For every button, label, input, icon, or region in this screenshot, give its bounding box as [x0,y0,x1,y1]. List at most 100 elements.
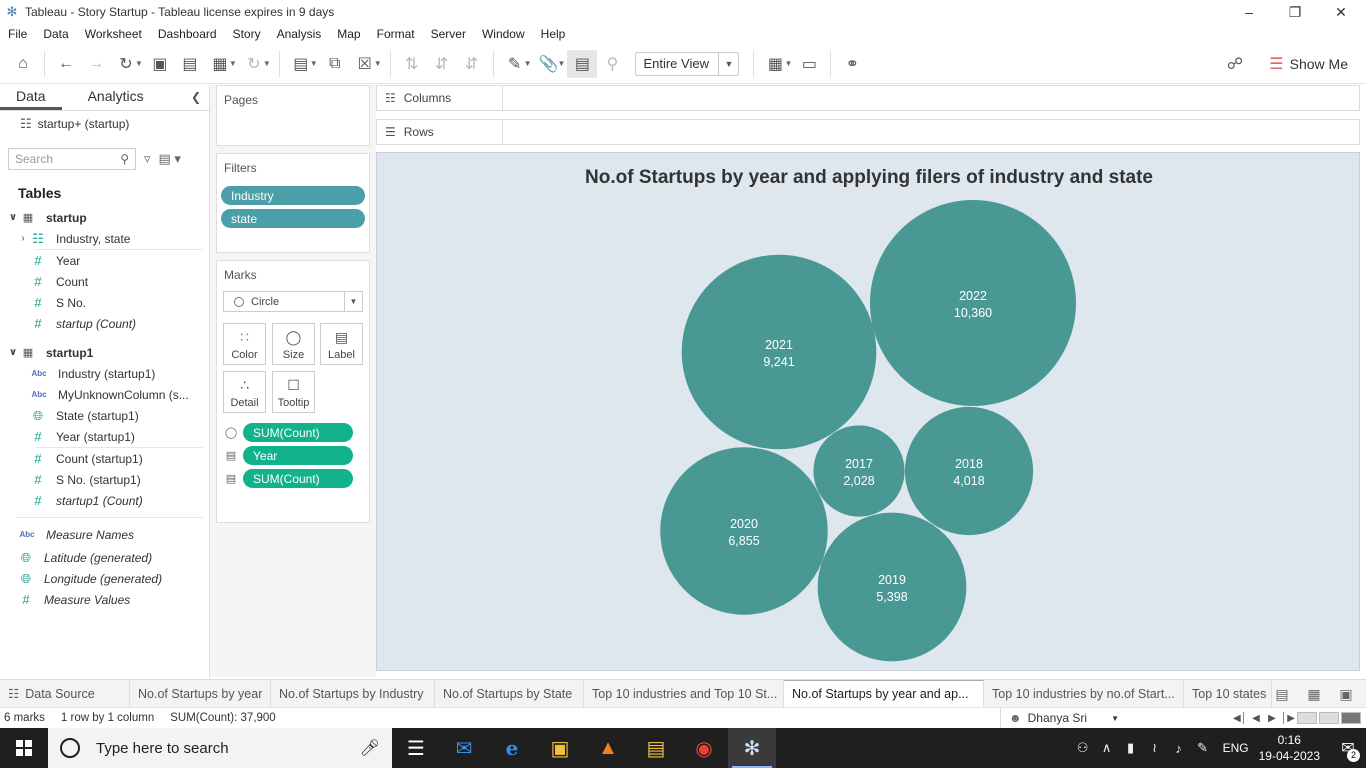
chevron-down-icon[interactable]: ▼ [784,59,792,68]
sort-descending-icon[interactable]: ⇵ [457,50,487,78]
bubble-2017[interactable]: 2017 2,028 [813,425,905,517]
collapse-pane-icon[interactable]: ❮ [191,90,201,104]
field-item[interactable]: 🌐︎ Longitude (generated) [0,568,209,589]
vlc-app-icon[interactable]: ▲ [584,728,632,768]
tableau-app-icon[interactable]: ✻ [728,728,776,768]
marks-card[interactable]: Marks Circle ▼ ∷ Color ◯ Size ▤ Label ∴ … [216,260,370,523]
bubble-mark[interactable] [817,512,967,662]
menu-worksheet[interactable]: Worksheet [77,27,150,41]
sheet-tab[interactable]: No.of Startups by year [130,679,271,708]
filters-card[interactable]: Filters Industry state [216,153,370,253]
edge-browser-icon[interactable]: e [488,728,536,768]
mark-pill[interactable]: SUM(Count) [243,423,353,442]
sheet-tab[interactable]: Top 10 industries and Top 10 St... [584,679,784,708]
chevron-down-icon[interactable]: ▼ [263,59,271,68]
bubble-mark[interactable] [904,406,1034,536]
next-sheet-icon[interactable]: ▶ [1264,713,1280,724]
first-sheet-icon[interactable]: ◀│ [1232,713,1248,724]
menu-format[interactable]: Format [369,27,423,41]
bubble-2020[interactable]: 2020 6,855 [660,447,828,615]
volume-icon[interactable]: ♪ [1167,741,1191,756]
field-item[interactable]: # Year [0,250,209,271]
task-view-icon[interactable]: ☰ [392,728,440,768]
rows-shelf[interactable]: ☰ Rows [376,119,1360,145]
bubble-mark[interactable] [660,447,828,615]
home-icon[interactable]: ⌂ [8,50,38,78]
pages-card[interactable]: Pages [216,85,370,146]
taskbar-search-input[interactable]: Type here to search 🎤︎ [48,728,392,768]
sheet-tab[interactable]: No.of Startups by Industry [271,679,435,708]
new-datasource-icon[interactable]: ▤ [175,50,205,78]
save-icon[interactable]: ▣ [145,50,175,78]
chevron-down-icon[interactable]: ▼ [229,59,237,68]
menu-window[interactable]: Window [474,27,533,41]
show-labels-icon[interactable]: ▤ [567,49,598,78]
menu-story[interactable]: Story [225,27,269,41]
bubble-2021[interactable]: 2021 9,241 [681,254,877,450]
menu-server[interactable]: Server [423,27,474,41]
sort-ascending-icon[interactable]: ⇵ [427,50,457,78]
field-item[interactable]: # Year (startup1) [0,426,209,447]
bubble-2019[interactable]: 2019 5,398 [817,512,967,662]
mark-type-select[interactable]: Circle ▼ [223,291,363,312]
field-item[interactable]: # Measure Values [0,589,209,610]
menu-file[interactable]: File [0,27,35,41]
people-icon[interactable]: ⚇ [1071,740,1095,756]
filmstrip-view-icon[interactable] [1319,712,1339,724]
chevron-right-icon[interactable]: › [16,233,30,244]
table-startup1[interactable]: ∨ ▦ startup1 [0,342,209,363]
view-options-icon[interactable]: ▤ ▾ [159,151,181,167]
tooltip-toggle-icon[interactable]: ☍ [1220,50,1250,78]
field-item[interactable]: # startup (Count) [0,313,209,334]
bubble-mark[interactable] [870,200,1076,406]
field-item[interactable]: Abc MyUnknownColumn (s... [0,384,209,405]
clock[interactable]: 0:16 19-04-2023 [1259,732,1320,764]
menu-dashboard[interactable]: Dashboard [150,27,225,41]
sheet-tab-active[interactable]: No.of Startups by year and ap... [784,679,984,708]
field-item[interactable]: Abc Industry (startup1) [0,363,209,384]
last-sheet-icon[interactable]: │▶ [1280,713,1296,724]
user-menu[interactable]: ☻ Dhanya Sri ▼ [1000,708,1125,728]
chevron-down-icon[interactable]: ▼ [374,59,382,68]
pen-icon[interactable]: ✎ [1191,740,1215,756]
chevron-up-icon[interactable]: ∧ [1095,740,1119,756]
new-story-icon[interactable]: ▣ [1330,686,1362,703]
color-button[interactable]: ∷ Color [223,323,266,365]
start-button[interactable] [0,728,48,768]
mark-pill-row[interactable]: ◯ SUM(Count) [223,423,367,442]
menu-analysis[interactable]: Analysis [269,27,330,41]
bubble-mark[interactable] [813,425,905,517]
filter-icon[interactable]: ▿ [144,151,151,167]
chevron-down-icon[interactable]: ∨ [6,347,20,358]
fix-axes-icon[interactable]: ⚲ [597,50,627,78]
mail-app-icon[interactable]: ✉ [440,728,488,768]
field-item[interactable]: # Count [0,271,209,292]
filter-pill-state[interactable]: state [221,209,365,228]
field-item[interactable]: 🌐︎ Latitude (generated) [0,547,209,568]
chrome-browser-icon[interactable]: ◉ [680,728,728,768]
datasource-item[interactable]: ☷ startup+ (startup) [0,111,209,137]
chevron-down-icon[interactable]: ∨ [6,212,20,223]
sheet-tab[interactable]: Top 10 states [1184,679,1272,708]
duplicate-icon[interactable]: ⧉ [320,50,350,78]
menu-map[interactable]: Map [329,27,368,41]
wifi-icon[interactable]: ≀ [1143,740,1167,756]
view-mode-select[interactable]: Entire View ▼ [635,51,740,76]
mark-pill[interactable]: SUM(Count) [243,469,353,488]
viz-area[interactable]: No.of Startups by year and applying file… [376,152,1360,671]
bubble-2018[interactable]: 2018 4,018 [904,406,1034,536]
chevron-down-icon[interactable]: ▼ [135,59,143,68]
new-dashboard-icon[interactable]: ▦ [1298,686,1330,703]
store-app-icon[interactable]: ▣ [536,728,584,768]
grid-view-icon[interactable] [1297,712,1317,724]
show-me-button[interactable]: ☰ Show Me [1269,50,1348,78]
sheet-tab[interactable]: No.of Startups by State [435,679,584,708]
new-worksheet-icon[interactable]: ▤ [1266,686,1298,703]
chevron-down-icon[interactable]: ▼ [558,59,566,68]
tabs-view-icon[interactable] [1341,712,1361,724]
label-button[interactable]: ▤ Label [320,323,363,365]
field-item[interactable]: › ☷ Industry, state [0,228,209,249]
prev-sheet-icon[interactable]: ◀ [1248,713,1264,724]
detail-button[interactable]: ∴ Detail [223,371,266,413]
field-item[interactable]: # Count (startup1) [0,448,209,469]
